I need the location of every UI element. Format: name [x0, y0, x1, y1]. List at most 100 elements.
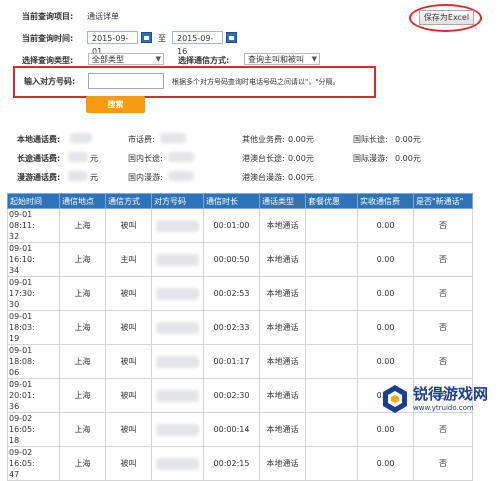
place-cell: 上海: [59, 276, 106, 311]
type-select[interactable]: 全部类型 ▼: [88, 53, 164, 65]
discount-cell: [305, 344, 358, 379]
mode-cell: 被叫: [105, 344, 152, 379]
redacted-value: [68, 152, 88, 162]
new-call-cell: 否: [413, 208, 473, 243]
domestic-roam-label: 国内漫游:: [128, 173, 163, 182]
column-header[interactable]: 对方号码: [151, 193, 204, 209]
start-time-seconds: 36: [9, 402, 20, 411]
discount-cell: [305, 446, 358, 481]
start-time-seconds: 19: [9, 334, 20, 343]
table-row: 09-01 16:10: 34 上海 主叫 00:00:50 本地通话 0.00 …: [7, 242, 473, 277]
column-header[interactable]: 是否"新通话": [413, 193, 473, 209]
place-cell: 上海: [59, 344, 106, 379]
duration-cell: 00:02:53: [203, 276, 260, 311]
type-label: 选择查询类型:: [22, 56, 74, 65]
table-row: 09-01 08:11: 32 上海 被叫 00:01:00 本地通话 0.00 …: [7, 208, 473, 243]
new-call-cell: 否: [413, 446, 473, 481]
place-cell: 上海: [59, 446, 106, 481]
duration-cell: 00:02:15: [203, 446, 260, 481]
mode-select-value: 查询主叫和被叫: [248, 55, 304, 64]
watermark-title: 锐得游戏网: [413, 385, 489, 403]
redacted-number: [156, 423, 199, 436]
start-time-date: 09-01 20:01:: [9, 380, 35, 400]
redacted-value: [160, 133, 186, 143]
fee-cell: 0.00: [357, 446, 414, 481]
redacted-value: [68, 171, 88, 181]
column-header[interactable]: 通话类型: [259, 193, 306, 209]
call-type-cell: 本地通话: [259, 276, 306, 311]
site-logo-icon: [383, 385, 407, 413]
number-cell: [151, 310, 204, 345]
new-call-cell: 否: [413, 310, 473, 345]
new-call-cell: 否: [413, 344, 473, 379]
start-time-date: 09-02 16:05:: [9, 448, 35, 468]
phone-hint: 根据多个对方号码查询时电话号码之间请以"，"分隔。: [172, 78, 340, 86]
column-header[interactable]: 通信方式: [105, 193, 152, 209]
duration-cell: 00:02:33: [203, 310, 260, 345]
date-to-input[interactable]: 2015-09-16: [172, 31, 223, 56]
call-type-cell: 本地通话: [259, 446, 306, 481]
column-header[interactable]: 套餐优惠: [305, 193, 358, 209]
domestic-ld-label: 国内长途:: [128, 154, 163, 163]
mode-cell: 被叫: [105, 310, 152, 345]
phone-input[interactable]: [88, 73, 164, 89]
place-cell: 上海: [59, 310, 106, 345]
redacted-value: [70, 133, 92, 143]
start-time-seconds: 47: [9, 470, 20, 479]
column-header[interactable]: 通信时长: [203, 193, 260, 209]
mode-select[interactable]: 查询主叫和被叫 ▼: [244, 53, 320, 65]
mode-label: 选择通信方式:: [178, 56, 230, 65]
discount-cell: [305, 276, 358, 311]
call-type-cell: 本地通话: [259, 344, 306, 379]
intl-ld-label: 国际长途:: [353, 135, 388, 144]
start-time-date: 09-02 16:05:: [9, 414, 35, 434]
redacted-value: [168, 152, 194, 162]
duration-cell: 00:02:30: [203, 378, 260, 413]
duration-cell: 00:00:50: [203, 242, 260, 277]
fee-cell: 0.00: [357, 412, 414, 447]
column-header[interactable]: 起始时间: [7, 193, 60, 209]
mode-cell: 主叫: [105, 242, 152, 277]
project-value: 通话详单: [87, 12, 119, 21]
save-excel-button[interactable]: 保存为Excel: [419, 10, 474, 25]
watermark-url: www.ytruido.com: [413, 404, 474, 412]
fee-cell: 0.00: [357, 208, 414, 243]
column-header[interactable]: 通信地点: [59, 193, 106, 209]
number-cell: [151, 412, 204, 447]
table-row: 09-02 16:05: 47 上海 被叫 00:02:15 本地通话 0.00 …: [7, 446, 473, 481]
start-time-seconds: 06: [9, 368, 20, 377]
number-cell: [151, 344, 204, 379]
table-row: 09-01 18:03: 19 上海 被叫 00:02:33 本地通话 0.00 …: [7, 310, 473, 345]
redacted-number: [156, 287, 199, 300]
redacted-value: [168, 171, 194, 181]
hk-ld-value: 0.00元: [288, 154, 314, 163]
project-label: 当前查询项目:: [22, 12, 74, 21]
redacted-number: [156, 457, 199, 470]
call-type-cell: 本地通话: [259, 412, 306, 447]
search-button[interactable]: 搜索: [86, 96, 145, 113]
column-header[interactable]: 实收通信费: [357, 193, 414, 209]
start-time-cell: 09-02 16:05: 18: [7, 412, 60, 447]
start-time-cell: 09-01 18:08: 06: [7, 344, 60, 379]
number-cell: [151, 446, 204, 481]
fee-cell: 0.00: [357, 242, 414, 277]
table-row: 09-01 18:08: 06 上海 被叫 00:01:17 本地通话 0.00 …: [7, 344, 473, 379]
start-time-seconds: 34: [9, 266, 20, 275]
call-type-cell: 本地通话: [259, 378, 306, 413]
redacted-number: [156, 253, 199, 266]
date-separator: 至: [158, 34, 166, 43]
start-time-seconds: 30: [9, 300, 20, 309]
start-time-date: 09-01 18:08:: [9, 346, 35, 366]
calendar-from-icon[interactable]: [141, 32, 152, 43]
intl-ld-value: 0.00元: [395, 135, 421, 144]
new-call-cell: 否: [413, 242, 473, 277]
mode-cell: 被叫: [105, 276, 152, 311]
mode-cell: 被叫: [105, 446, 152, 481]
date-from-input[interactable]: 2015-09-01: [87, 31, 138, 56]
start-time-date: 09-01 17:30:: [9, 278, 35, 298]
start-time-cell: 09-01 08:11: 32: [7, 208, 60, 243]
phone-label: 输入对方号码:: [24, 77, 76, 86]
calendar-to-icon[interactable]: [226, 32, 237, 43]
table-row: 09-01 17:30: 30 上海 被叫 00:02:53 本地通话 0.00 …: [7, 276, 473, 311]
discount-cell: [305, 242, 358, 277]
